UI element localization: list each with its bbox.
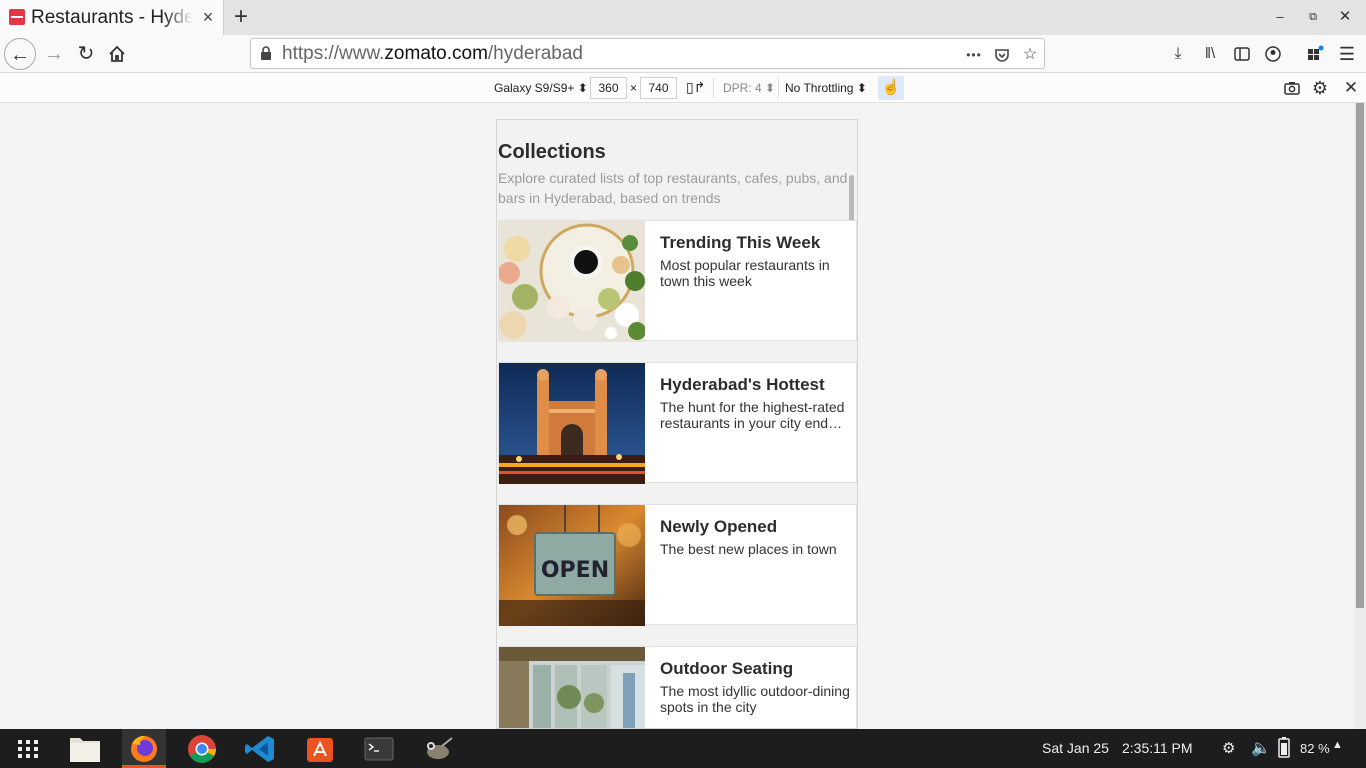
rotate-viewport-icon[interactable]: ▯↱ [686,79,705,96]
page-scrollbar[interactable] [1354,103,1366,729]
collection-name: Hyderabad's Hottest [660,375,825,394]
page-actions-icon[interactable]: ••• [964,45,984,65]
restore-icon[interactable]: ⧉ [1304,8,1322,26]
collection-description: Most popular restaurants in town this we… [660,257,830,289]
window-close-icon[interactable]: ✕ [1336,8,1354,26]
downloads-icon[interactable]: ⤓ [1168,44,1188,64]
open-sign-image: OPEN [499,505,645,626]
reload-button[interactable]: ↻ [70,38,102,70]
battery-icon[interactable] [1274,736,1294,762]
files-folder-icon[interactable] [63,732,107,766]
settings-gear-icon[interactable]: ⚙ [1310,78,1330,98]
collection-card-outdoor-seating[interactable]: Outdoor Seating The most idyllic outdoor… [498,646,857,728]
outdoor-seating-image [499,647,645,728]
bookmark-star-icon[interactable]: ☆ [1020,45,1040,65]
time-display[interactable]: 2:35:11 PM [1122,740,1193,756]
toolbar-divider [778,78,779,98]
collection-card-newly-opened[interactable]: OPEN Newly Opened The best new places in… [498,504,857,626]
collection-name: Trending This Week [660,233,821,252]
software-center-icon[interactable] [298,732,342,766]
gimp-icon[interactable] [416,732,460,766]
tab-title: Restaurants - Hyderabad [31,7,193,28]
collection-description: The hunt for the highest-rated restauran… [660,399,845,431]
extensions-icon[interactable] [1305,44,1325,64]
responsive-design-toolbar: Galaxy S9/S9+ ⬍ 360 × 740 ▯↱ DPR: 4 ⬍ No… [0,73,1366,103]
forward-button[interactable]: → [38,38,70,70]
lock-icon[interactable] [260,46,272,61]
dimension-separator: × [630,81,638,95]
back-button[interactable]: ← [4,38,36,70]
screenshot-camera-icon[interactable] [1282,78,1302,98]
collection-card-trending[interactable]: Trending This Week Most popular restaura… [498,220,857,342]
chrome-icon[interactable] [180,732,224,766]
touch-simulation-icon[interactable]: ☝ [878,76,904,100]
minimize-icon[interactable]: – [1271,8,1289,26]
url-bar[interactable]: https://www.zomato.com/hyderabad ••• ☆ [250,38,1045,69]
collections-heading: Collections [498,141,606,163]
system-menu-arrow-icon[interactable]: ▲ [1332,739,1343,751]
new-tab-button[interactable]: + [230,4,252,30]
collection-name: Outdoor Seating [660,659,794,678]
vscode-icon[interactable] [239,732,283,766]
viewport-height-input[interactable]: 740 [640,77,677,99]
browser-tab[interactable]: Restaurants - Hyderabad × [0,0,224,35]
collection-name: Newly Opened [660,517,778,536]
firefox-icon[interactable] [122,732,166,766]
viewport-width-input[interactable]: 360 [590,77,627,99]
home-button[interactable] [101,38,133,70]
collections-subtitle: Explore curated lists of top restaurants… [498,170,848,206]
sidebar-icon[interactable] [1232,44,1252,64]
account-icon[interactable] [1263,44,1283,64]
desktop-taskbar: Sat Jan 25 2:35:11 PM ⚙ 🔈 82 % ▲ [0,729,1366,768]
tab-bar: Restaurants - Hyderabad × + – ⧉ ✕ [0,0,1366,35]
terminal-icon[interactable] [357,732,401,766]
charminar-image [499,363,645,484]
collection-card-hottest[interactable]: Hyderabad's Hottest The hunt for the hig… [498,362,857,484]
trending-macarons-image [499,221,645,342]
menu-hamburger-icon[interactable]: ☰ [1337,44,1357,64]
collection-description: The best new places in town [660,541,837,557]
svg-text:OPEN: OPEN [541,558,609,583]
battery-percentage[interactable]: 82 % [1300,741,1330,756]
mobile-viewport: Collections Explore curated lists of top… [496,119,858,729]
pocket-icon[interactable] [992,45,1012,65]
app-grid-icon[interactable] [6,732,50,766]
dpr-selector[interactable]: DPR: 4 ⬍ [723,81,775,95]
close-rdm-icon[interactable]: ✕ [1341,78,1361,98]
toolbar-divider [713,78,714,98]
navigation-bar: ← → ↻ https://www.zomato.com/hyderabad •… [0,35,1366,73]
page-scrollbar-thumb[interactable] [1356,103,1364,608]
url-text[interactable]: https://www.zomato.com/hyderabad [282,43,583,65]
collection-description: The most idyllic outdoor-dining spots in… [660,683,850,715]
tab-close-icon[interactable]: × [199,8,217,26]
library-icon[interactable]: ‖\ [1200,44,1220,64]
network-icon[interactable]: ⚙ [1222,739,1235,757]
date-display[interactable]: Sat Jan 25 [1042,740,1109,756]
device-selector[interactable]: Galaxy S9/S9+ ⬍ [494,81,588,95]
zomato-favicon-icon [9,9,25,25]
volume-icon[interactable]: 🔈 [1251,738,1271,758]
throttling-selector[interactable]: No Throttling ⬍ [785,81,867,95]
